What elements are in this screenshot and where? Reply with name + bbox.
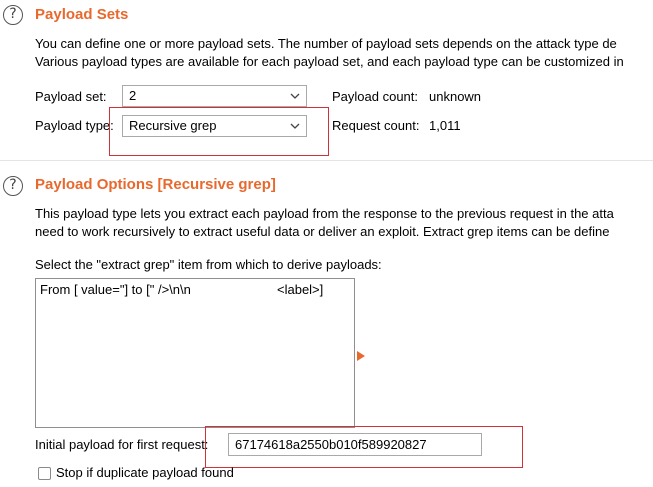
payload-options-description-line1: This payload type lets you extract each … bbox=[35, 206, 614, 221]
chevron-down-icon bbox=[289, 88, 301, 109]
grep-item-tail: <label>] bbox=[277, 282, 324, 297]
payload-count-value: unknown bbox=[429, 89, 482, 104]
payload-count-label: Payload count: bbox=[332, 89, 419, 104]
request-count-value: 1,011 bbox=[429, 118, 461, 133]
highlight-box bbox=[205, 426, 523, 468]
initial-payload-label: Initial payload for first request: bbox=[35, 437, 209, 452]
grep-item-expression: From [ value="] to [" />\n\n bbox=[40, 282, 191, 297]
extract-grep-list[interactable]: From [ value="] to [" />\n\n <label>] bbox=[35, 278, 355, 428]
payload-set-label: Payload set: bbox=[35, 89, 107, 104]
payload-set-select[interactable]: 2 bbox=[122, 85, 307, 107]
payload-set-value: 2 bbox=[129, 88, 137, 103]
payload-sets-description-line1: You can define one or more payload sets.… bbox=[35, 36, 617, 51]
triangle-right-icon[interactable] bbox=[357, 348, 366, 366]
request-count-label: Request count: bbox=[332, 118, 420, 133]
stop-duplicate-checkbox[interactable] bbox=[38, 467, 51, 480]
extract-grep-select-label: Select the "extract grep" item from whic… bbox=[35, 257, 382, 272]
payload-options-description-line2: need to work recursively to extract usef… bbox=[35, 224, 610, 239]
stop-duplicate-label: Stop if duplicate payload found bbox=[56, 465, 234, 480]
payload-options-title: Payload Options [Recursive grep] bbox=[35, 176, 276, 193]
section-divider bbox=[0, 160, 653, 161]
list-item[interactable]: From [ value="] to [" />\n\n <label>] bbox=[36, 279, 354, 299]
help-icon[interactable]: ? bbox=[3, 5, 23, 25]
payload-type-label: Payload type: bbox=[35, 118, 114, 133]
help-icon[interactable]: ? bbox=[3, 176, 23, 196]
payload-sets-description-line2: Various payload types are available for … bbox=[35, 54, 624, 69]
payload-sets-title: Payload Sets bbox=[35, 6, 129, 23]
highlight-box bbox=[109, 107, 329, 156]
